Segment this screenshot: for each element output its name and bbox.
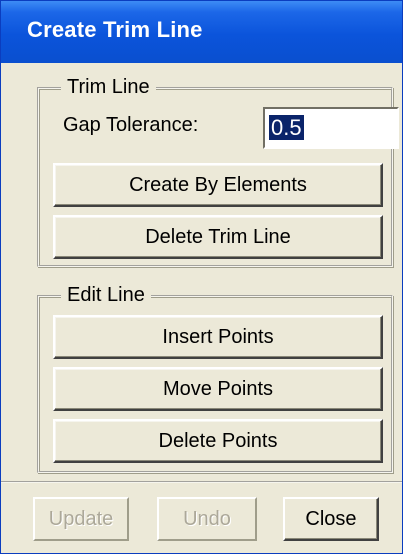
edit-line-group-label: Edit Line bbox=[61, 283, 151, 307]
create-by-elements-button[interactable]: Create By Elements bbox=[53, 163, 383, 207]
delete-trim-line-button[interactable]: Delete Trim Line bbox=[53, 215, 383, 259]
delete-points-button[interactable]: Delete Points bbox=[53, 419, 383, 463]
edit-line-group: Edit Line Insert Points Move Points Dele… bbox=[37, 283, 393, 473]
trim-line-group: Trim Line Gap Tolerance: 0.5 Create By E… bbox=[37, 75, 399, 267]
close-button[interactable]: Close bbox=[283, 497, 379, 541]
trim-line-group-label: Trim Line bbox=[61, 75, 156, 99]
dialog-footer: Update Undo Close bbox=[1, 481, 402, 555]
gap-tolerance-value: 0.5 bbox=[269, 115, 304, 140]
insert-points-button[interactable]: Insert Points bbox=[53, 315, 383, 359]
gap-tolerance-row: Gap Tolerance: 0.5 bbox=[63, 107, 399, 149]
move-points-button[interactable]: Move Points bbox=[53, 367, 383, 411]
update-button[interactable]: Update bbox=[33, 497, 129, 541]
title-bar[interactable]: Create Trim Line bbox=[1, 1, 402, 63]
create-trim-line-dialog: Create Trim Line Trim Line Gap Tolerance… bbox=[0, 0, 403, 554]
undo-button[interactable]: Undo bbox=[157, 497, 257, 541]
dialog-title: Create Trim Line bbox=[27, 17, 203, 42]
gap-tolerance-label: Gap Tolerance: bbox=[63, 114, 199, 136]
dialog-body: Trim Line Gap Tolerance: 0.5 Create By E… bbox=[1, 63, 402, 553]
gap-tolerance-input[interactable]: 0.5 bbox=[263, 107, 399, 149]
